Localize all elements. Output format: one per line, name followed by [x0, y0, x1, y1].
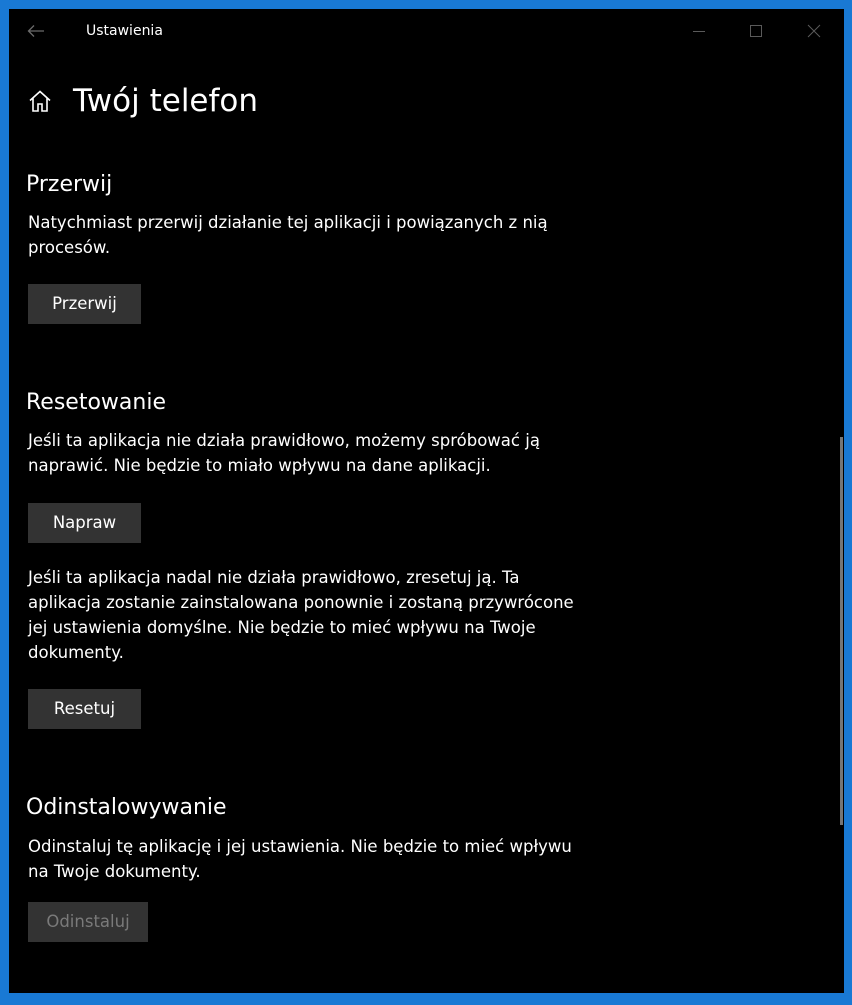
terminate-heading: Przerwij	[26, 172, 113, 197]
reset-button[interactable]: Resetuj	[28, 689, 141, 729]
home-icon[interactable]	[27, 88, 53, 114]
terminate-button[interactable]: Przerwij	[28, 284, 141, 324]
page-title: Twój telefon	[73, 83, 259, 119]
close-button[interactable]	[791, 9, 837, 53]
page-header: Twój telefon	[27, 81, 258, 121]
minimize-icon	[693, 31, 705, 32]
terminate-description: Natychmiast przerwij działanie tej aplik…	[28, 213, 548, 257]
minimize-button[interactable]	[676, 9, 722, 53]
uninstall-heading: Odinstalowywanie	[26, 795, 227, 820]
settings-window: Ustawienia Twój telefon Przerwij Natychm…	[9, 9, 844, 993]
close-icon	[807, 24, 821, 38]
uninstall-button[interactable]: Odinstaluj	[28, 902, 148, 942]
arrow-left-icon	[27, 25, 44, 37]
maximize-button[interactable]	[733, 9, 779, 53]
back-button[interactable]	[21, 17, 51, 45]
reset-description: Jeśli ta aplikacja nadal nie działa praw…	[28, 568, 574, 662]
scrollbar-thumb[interactable]	[840, 437, 843, 825]
maximize-icon	[750, 25, 762, 37]
title-bar: Ustawienia	[9, 9, 844, 53]
repair-description: Jeśli ta aplikacja nie działa prawidłowo…	[28, 431, 540, 475]
repair-button[interactable]: Napraw	[28, 503, 141, 543]
uninstall-description: Odinstaluj tę aplikację i jej ustawienia…	[28, 837, 572, 881]
reset-heading: Resetowanie	[26, 390, 166, 415]
window-title: Ustawienia	[86, 23, 163, 39]
